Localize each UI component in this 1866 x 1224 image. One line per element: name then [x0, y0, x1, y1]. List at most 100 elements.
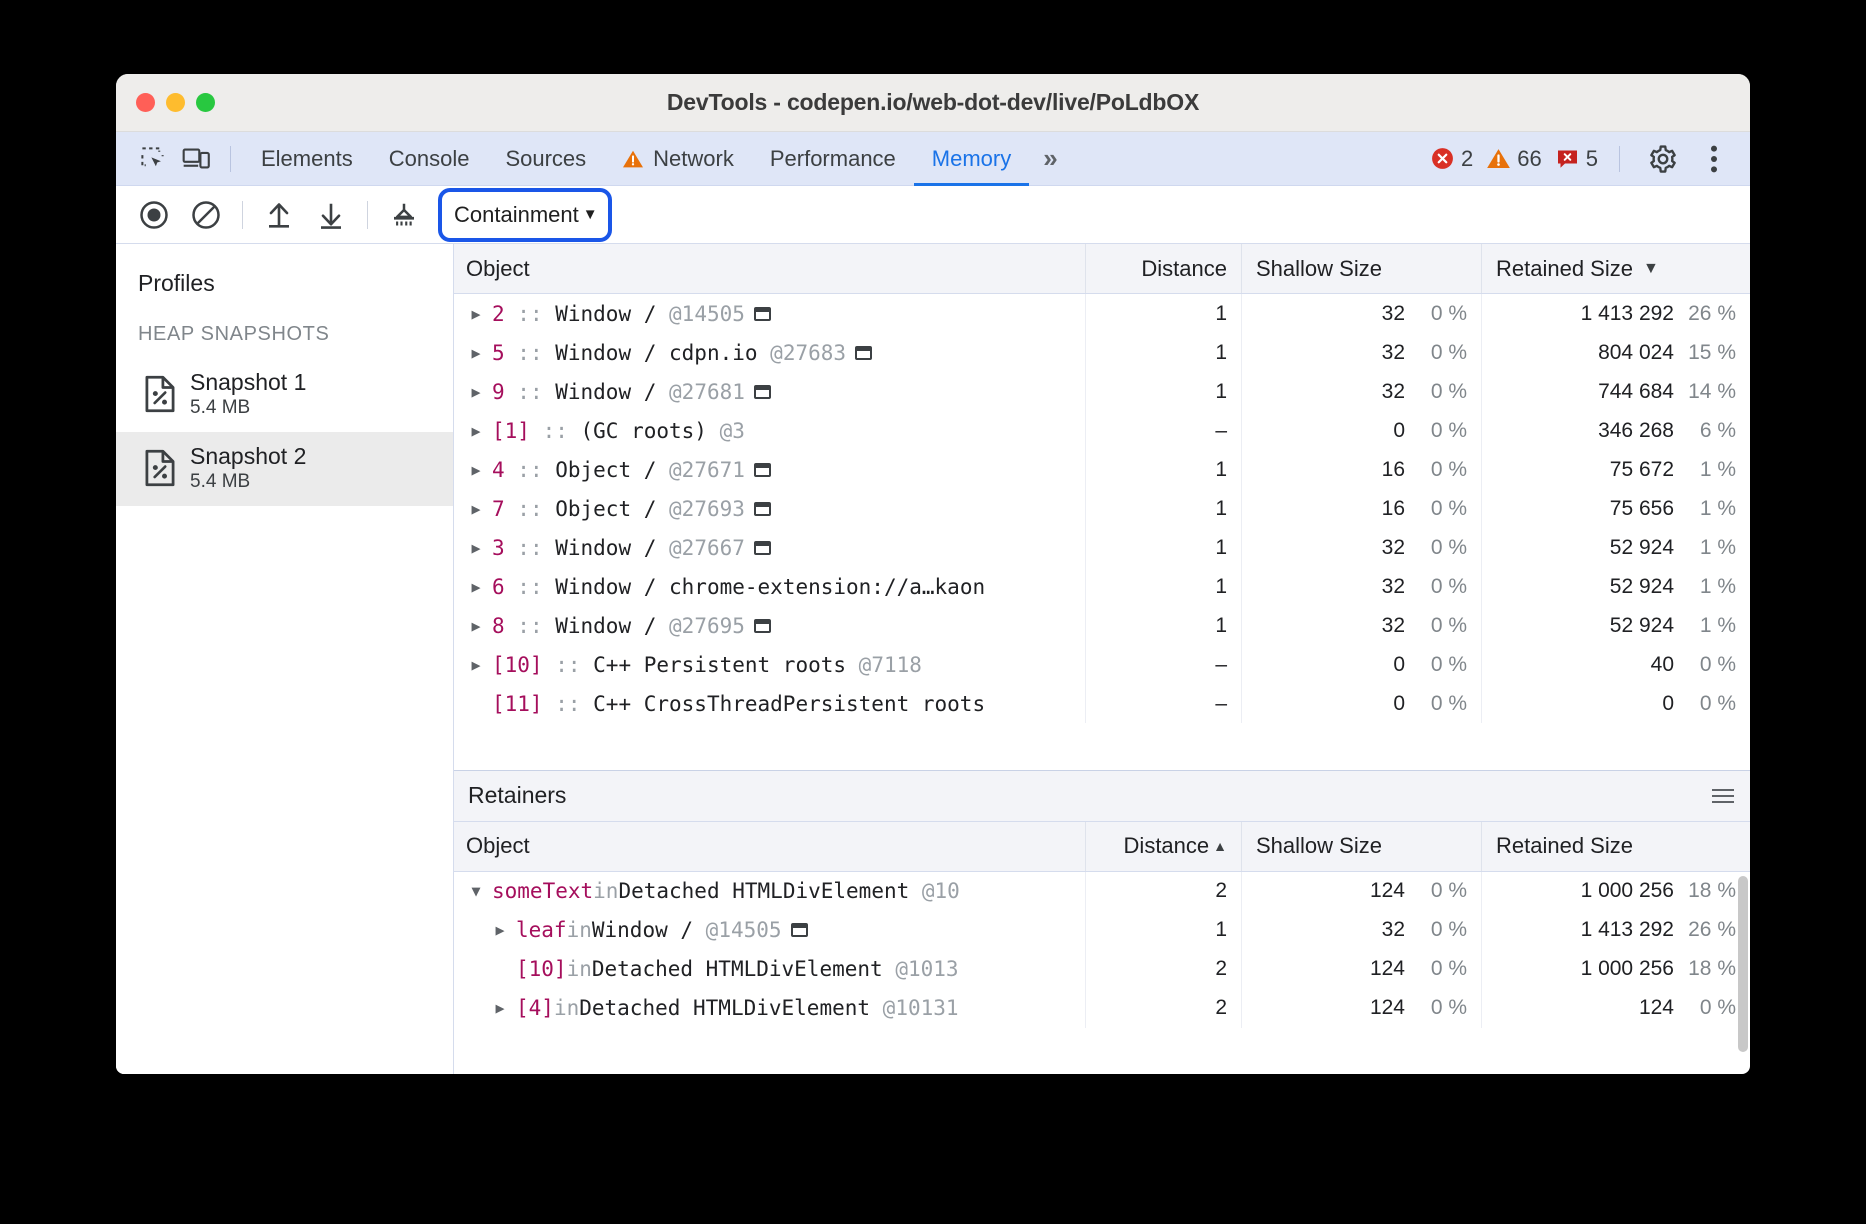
shallow-size-percent: 0 %	[1405, 341, 1467, 365]
warning-badge[interactable]: 66	[1486, 146, 1541, 172]
hamburger-menu-icon[interactable]	[1712, 789, 1734, 803]
expand-triangle-icon[interactable]: ▶	[466, 383, 486, 401]
download-arrow-icon	[317, 200, 345, 230]
tab-elements[interactable]: Elements	[243, 132, 371, 186]
table-row[interactable]: ▶[10] in Detached HTMLDivElement @101321…	[454, 950, 1750, 989]
cell-shallow-size: 320 %	[1242, 567, 1482, 606]
tab-console[interactable]: Console	[371, 132, 488, 186]
expand-triangle-icon[interactable]: ▶	[466, 617, 486, 635]
column-header-object[interactable]: Object	[454, 244, 1086, 293]
shallow-size-value: 124	[1370, 996, 1405, 1020]
table-row[interactable]: ▶4 :: Object / @276711160 %75 6721 %	[454, 450, 1750, 489]
table-row[interactable]: ▶[11] :: C++ CrossThreadPersistent roots…	[454, 684, 1750, 723]
issue-badge[interactable]: 5	[1555, 146, 1598, 172]
shallow-size-percent: 0 %	[1405, 879, 1467, 903]
column-header-retained-size[interactable]: Retained Size ▼	[1482, 244, 1750, 293]
save-profile-button[interactable]	[305, 192, 357, 238]
window-box-icon	[791, 923, 808, 937]
record-heap-snapshot-button[interactable]	[128, 192, 180, 238]
expand-triangle-icon[interactable]: ▶	[466, 422, 486, 440]
inspect-element-icon[interactable]	[130, 137, 174, 181]
clear-profiles-button[interactable]	[180, 192, 232, 238]
sidebar-item-snapshot-1[interactable]: Snapshot 1 5.4 MB	[116, 358, 453, 432]
retainers-column-header-retained-size[interactable]: Retained Size	[1482, 822, 1750, 871]
expand-triangle-icon[interactable]: ▶	[490, 960, 510, 978]
shallow-size-percent: 0 %	[1405, 614, 1467, 638]
table-row[interactable]: ▶[1] :: (GC roots) @3–00 %346 2686 %	[454, 411, 1750, 450]
load-profile-button[interactable]	[253, 192, 305, 238]
cell-object: ▶8 :: Window / @27695	[454, 606, 1086, 645]
profiles-sidebar: Profiles HEAP SNAPSHOTS Snapshot 1 5.4 M…	[116, 244, 454, 1074]
object-index: [1]	[492, 419, 530, 443]
object-name: C++ Persistent roots	[593, 653, 846, 677]
object-index: 9	[492, 380, 505, 404]
table-row[interactable]: ▶7 :: Object / @276931160 %75 6561 %	[454, 489, 1750, 528]
column-header-distance[interactable]: Distance	[1086, 244, 1242, 293]
table-row[interactable]: ▶8 :: Window / @276951320 %52 9241 %	[454, 606, 1750, 645]
zoom-window-button[interactable]	[196, 93, 215, 112]
table-row[interactable]: ▶leaf in Window / @145051320 %1 413 2922…	[454, 911, 1750, 950]
tab-label: Console	[389, 146, 470, 172]
expand-triangle-icon[interactable]: ▶	[490, 921, 510, 939]
retained-size-value: 346 268	[1598, 419, 1674, 443]
retainer-joiner: in	[554, 996, 579, 1020]
tab-sources[interactable]: Sources	[487, 132, 604, 186]
retainers-scrollbar[interactable]	[1738, 876, 1748, 1052]
table-row[interactable]: ▶2 :: Window / @145051320 %1 413 29226 %	[454, 294, 1750, 333]
object-label: ▶[4] in Detached HTMLDivElement @10131	[466, 996, 959, 1020]
expand-triangle-icon[interactable]: ▶	[466, 500, 486, 518]
retainer-joiner: in	[593, 879, 618, 903]
tab-network[interactable]: Network	[604, 132, 752, 186]
object-label: ▼someText in Detached HTMLDivElement @10	[466, 879, 960, 903]
retained-size-value: 75 672	[1610, 458, 1674, 482]
cell-object: ▼someText in Detached HTMLDivElement @10	[454, 872, 1086, 911]
table-row[interactable]: ▶5 :: Window / cdpn.io @276831320 %804 0…	[454, 333, 1750, 372]
expand-triangle-icon[interactable]: ▶	[466, 539, 486, 557]
expand-triangle-icon[interactable]: ▶	[466, 344, 486, 362]
column-header-shallow-size[interactable]: Shallow Size	[1242, 244, 1482, 293]
retainers-column-header-distance[interactable]: Distance ▲	[1086, 822, 1242, 871]
object-name: Window /	[555, 536, 656, 560]
expand-triangle-icon[interactable]: ▶	[466, 305, 486, 323]
tab-memory[interactable]: Memory	[914, 132, 1029, 186]
expand-triangle-icon[interactable]: ▶	[466, 461, 486, 479]
object-id: @27671	[656, 458, 745, 482]
gear-icon[interactable]	[1641, 137, 1685, 181]
expand-triangle-icon[interactable]: ▶	[466, 656, 486, 674]
snapshot-name: Snapshot 1	[190, 369, 306, 395]
table-row[interactable]: ▶[4] in Detached HTMLDivElement @1013121…	[454, 989, 1750, 1028]
cell-retained-size: 52 9241 %	[1482, 567, 1750, 606]
close-window-button[interactable]	[136, 93, 155, 112]
sidebar-item-snapshot-2[interactable]: Snapshot 2 5.4 MB	[116, 432, 453, 506]
table-row[interactable]: ▶9 :: Window / @276811320 %744 68414 %	[454, 372, 1750, 411]
table-row[interactable]: ▶3 :: Window / @276671320 %52 9241 %	[454, 528, 1750, 567]
cell-shallow-size: 160 %	[1242, 489, 1482, 528]
expand-triangle-icon[interactable]: ▶	[466, 578, 486, 596]
cell-retained-size: 1 413 29226 %	[1482, 294, 1750, 333]
error-badge[interactable]: 2	[1430, 146, 1473, 172]
retained-size-value: 52 924	[1610, 614, 1674, 638]
more-tabs-icon[interactable]: »	[1029, 143, 1068, 174]
cell-distance: 1	[1086, 606, 1242, 645]
retainers-column-header-shallow-size[interactable]: Shallow Size	[1242, 822, 1482, 871]
distance-value: –	[1215, 419, 1227, 443]
shallow-size-value: 32	[1382, 341, 1405, 365]
minimize-window-button[interactable]	[166, 93, 185, 112]
view-select[interactable]: Containment ▼	[446, 197, 604, 233]
collect-garbage-button[interactable]	[378, 192, 430, 238]
cell-object: ▶3 :: Window / @27667	[454, 528, 1086, 567]
cell-object: ▶6 :: Window / chrome-extension://a…kaon	[454, 567, 1086, 606]
object-label: ▶8 :: Window / @27695	[466, 614, 771, 638]
expand-triangle-icon[interactable]: ▶	[466, 695, 486, 713]
kebab-menu-icon[interactable]	[1692, 137, 1736, 181]
device-toolbar-icon[interactable]	[174, 137, 218, 181]
distance-value: 2	[1215, 957, 1227, 981]
table-row[interactable]: ▶6 :: Window / chrome-extension://a…kaon…	[454, 567, 1750, 606]
table-row[interactable]: ▶[10] :: C++ Persistent roots @7118–00 %…	[454, 645, 1750, 684]
tab-performance[interactable]: Performance	[752, 132, 914, 186]
expand-triangle-icon[interactable]: ▼	[466, 882, 486, 900]
table-row[interactable]: ▼someText in Detached HTMLDivElement @10…	[454, 872, 1750, 911]
object-separator: ::	[505, 497, 556, 521]
expand-triangle-icon[interactable]: ▶	[490, 999, 510, 1017]
retainers-column-header-object[interactable]: Object	[454, 822, 1086, 871]
